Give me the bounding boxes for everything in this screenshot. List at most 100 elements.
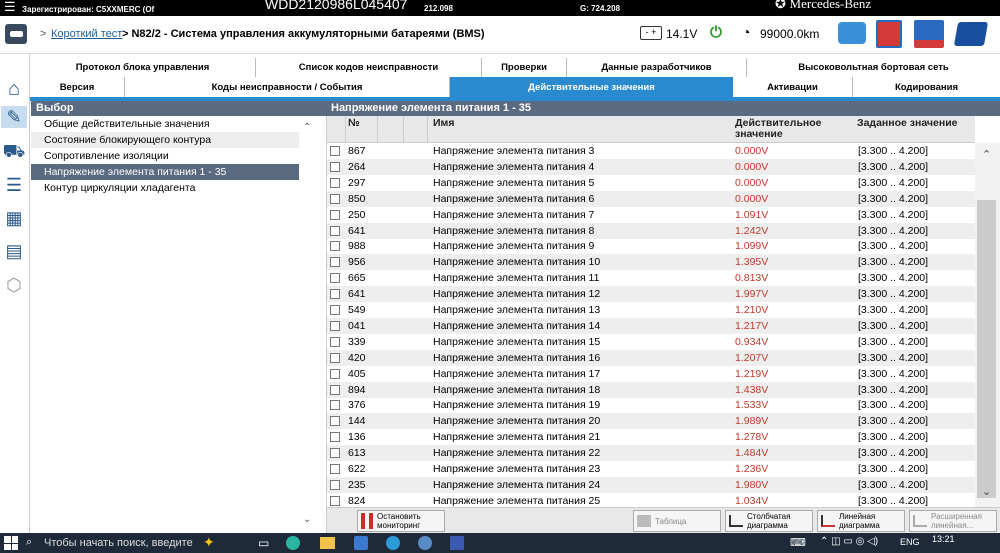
table-row[interactable]: 376 Напряжение элемента питания 19 1.533V [… bbox=[327, 397, 975, 413]
table-row[interactable]: 144 Напряжение элемента питания 20 1.989V [… bbox=[327, 413, 975, 430]
row-checkbox[interactable] bbox=[330, 320, 340, 331]
table-row[interactable]: 041 Напряжение элемента питания 14 1.217V [… bbox=[327, 317, 975, 334]
table-row[interactable]: 235 Напряжение элемента питания 24 1.980V [… bbox=[327, 476, 975, 493]
line-chart-button[interactable]: Линейная диаграмма bbox=[817, 510, 905, 532]
table-row[interactable]: 867 Напряжение элемента питания 3 0.000V [3… bbox=[327, 143, 975, 159]
app-r-icon[interactable] bbox=[354, 536, 368, 550]
tab-checks[interactable]: Проверки bbox=[482, 58, 567, 77]
row-checkbox[interactable] bbox=[330, 495, 340, 506]
telegram-icon[interactable] bbox=[386, 536, 400, 550]
list-item-coolant-circuit[interactable]: Контур циркуляции хладагента bbox=[31, 180, 299, 196]
scroll-up-arrow[interactable]: ⌃ bbox=[303, 122, 311, 133]
table-row[interactable]: 405 Напряжение элемента питания 17 1.219V [… bbox=[327, 366, 975, 382]
row-checkbox[interactable] bbox=[330, 146, 340, 156]
row-checkbox[interactable] bbox=[330, 400, 340, 411]
menu-icon[interactable]: ☰ bbox=[4, 0, 16, 15]
stop-monitoring-button[interactable]: Остановить мониторинг bbox=[357, 510, 445, 532]
row-checkbox[interactable] bbox=[330, 352, 340, 363]
tab-fault-codes-events[interactable]: Коды неисправности / События bbox=[125, 77, 450, 97]
row-checkbox[interactable] bbox=[330, 161, 340, 172]
task-view-icon[interactable]: ▭ bbox=[258, 536, 269, 550]
package-icon[interactable]: ⬡ bbox=[3, 274, 25, 296]
column-target-value[interactable]: Заданное значение bbox=[857, 118, 958, 129]
row-checkbox[interactable] bbox=[330, 336, 340, 347]
table-row[interactable]: 956 Напряжение элемента питания 10 1.395V [… bbox=[327, 254, 975, 271]
table-row[interactable]: 339 Напряжение элемента питания 15 0.934V [… bbox=[327, 334, 975, 350]
tray-icons[interactable]: ⌃ ◫ ▭ ◎ ◁) bbox=[820, 536, 878, 547]
column-number[interactable]: № bbox=[348, 118, 360, 129]
table-row[interactable]: 622 Напряжение элемента питания 23 1.236V [… bbox=[327, 461, 975, 477]
row-checkbox[interactable] bbox=[330, 241, 340, 252]
list-icon[interactable]: ☰ bbox=[3, 174, 25, 196]
row-checkbox[interactable] bbox=[330, 479, 340, 490]
list-item-insulation-resistance[interactable]: Сопротивление изоляции bbox=[31, 148, 299, 164]
grid-icon[interactable]: ▦ bbox=[3, 207, 25, 229]
table-row[interactable]: 665 Напряжение элемента питания 11 0.813V [… bbox=[327, 270, 975, 286]
table-row[interactable]: 297 Напряжение элемента питания 5 0.000V [3… bbox=[327, 175, 975, 191]
row-checkbox[interactable] bbox=[330, 257, 340, 268]
extended-line-chart-button[interactable]: Расширенная линейная... bbox=[909, 510, 997, 532]
row-checkbox[interactable] bbox=[330, 177, 340, 188]
file-explorer-icon[interactable] bbox=[320, 537, 335, 549]
clock[interactable]: 13:21 bbox=[932, 534, 955, 544]
bar-chart-button[interactable]: Столбчатая диаграмма bbox=[725, 510, 813, 532]
table-row[interactable]: 549 Напряжение элемента питания 13 1.210V [… bbox=[327, 302, 975, 318]
table-row[interactable]: 250 Напряжение элемента питания 7 1.091V [3… bbox=[327, 207, 975, 223]
row-checkbox[interactable] bbox=[330, 193, 340, 204]
app-x-icon[interactable] bbox=[450, 536, 464, 550]
table-view-button[interactable]: Таблица bbox=[633, 510, 721, 532]
row-checkbox[interactable] bbox=[330, 464, 340, 474]
tab-version[interactable]: Версия bbox=[30, 77, 125, 97]
table-row[interactable]: 988 Напряжение элемента питания 9 1.099V [3… bbox=[327, 238, 975, 254]
tab-fault-code-list[interactable]: Список кодов неисправности bbox=[256, 58, 482, 77]
row-checkbox[interactable] bbox=[330, 416, 340, 427]
diagnostics-icon[interactable]: ✎ bbox=[1, 106, 27, 128]
windows-start-icon[interactable] bbox=[4, 536, 18, 550]
row-checkbox[interactable] bbox=[330, 368, 340, 379]
tab-high-voltage-network[interactable]: Высоковольтная бортовая сеть bbox=[747, 58, 1000, 77]
column-actual-value[interactable]: Действительное значение bbox=[735, 118, 845, 140]
scroll-up-button[interactable]: ⌃ bbox=[982, 148, 991, 161]
tab-codings[interactable]: Кодирования bbox=[853, 77, 1000, 97]
chat-icon[interactable] bbox=[838, 22, 866, 44]
row-checkbox[interactable] bbox=[330, 209, 340, 220]
list-item-cell-voltage[interactable]: Напряжение элемента питания 1 - 35 bbox=[31, 164, 299, 180]
table-row[interactable]: 136 Напряжение элемента питания 21 1.278V [… bbox=[327, 429, 975, 445]
scrollbar-thumb[interactable] bbox=[977, 200, 996, 498]
table-row[interactable]: 264 Напряжение элемента питания 4 0.000V [3… bbox=[327, 158, 975, 175]
home-icon[interactable]: ⌂ bbox=[3, 78, 25, 100]
short-test-link[interactable]: Короткий тест bbox=[51, 28, 122, 40]
table-row[interactable]: 420 Напряжение элемента питания 16 1.207V [… bbox=[327, 349, 975, 366]
row-checkbox[interactable] bbox=[330, 384, 340, 395]
scroll-down-arrow[interactable]: ⌄ bbox=[303, 514, 311, 525]
keyboard-icon[interactable]: ⌨ bbox=[790, 536, 806, 549]
tab-control-unit-log[interactable]: Протокол блока управления bbox=[30, 58, 256, 77]
table-row[interactable]: 641 Напряжение элемента питания 8 1.242V [3… bbox=[327, 222, 975, 239]
table-row[interactable]: 641 Напряжение элемента питания 12 1.997V [… bbox=[327, 286, 975, 303]
taskbar-search-input[interactable]: Чтобы начать поиск, введите bbox=[44, 537, 193, 549]
document-icon[interactable]: ▤ bbox=[3, 240, 25, 262]
tab-activations[interactable]: Активации bbox=[733, 77, 853, 97]
row-checkbox[interactable] bbox=[330, 289, 340, 300]
column-name[interactable]: Имя bbox=[433, 118, 454, 129]
pdf-report-icon[interactable] bbox=[876, 20, 902, 48]
tab-developer-data[interactable]: Данные разработчиков bbox=[567, 58, 747, 77]
app-icon[interactable] bbox=[418, 536, 432, 550]
vehicle-icon[interactable] bbox=[5, 24, 27, 44]
manual-book-icon[interactable] bbox=[953, 22, 989, 46]
table-row[interactable]: 894 Напряжение элемента питания 18 1.438V [… bbox=[327, 381, 975, 398]
row-checkbox[interactable] bbox=[330, 305, 340, 315]
report-icon[interactable] bbox=[914, 20, 944, 48]
edge-icon[interactable] bbox=[286, 536, 300, 550]
row-checkbox[interactable] bbox=[330, 448, 340, 459]
language-indicator[interactable]: ENG bbox=[900, 537, 920, 547]
search-icon[interactable]: ⌕ bbox=[26, 536, 32, 549]
scroll-down-button[interactable]: ⌄ bbox=[982, 485, 991, 498]
tab-actual-values[interactable]: Действительные значения bbox=[450, 77, 733, 97]
list-item-interlock-state[interactable]: Состояние блокирующего контура bbox=[31, 132, 299, 148]
list-item-general-values[interactable]: Общие действительные значения bbox=[31, 116, 299, 132]
row-checkbox[interactable] bbox=[330, 273, 340, 284]
car-icon[interactable]: ⛟ bbox=[3, 141, 26, 164]
row-checkbox[interactable] bbox=[330, 225, 340, 236]
table-row[interactable]: 613 Напряжение элемента питания 22 1.484V [… bbox=[327, 445, 975, 462]
